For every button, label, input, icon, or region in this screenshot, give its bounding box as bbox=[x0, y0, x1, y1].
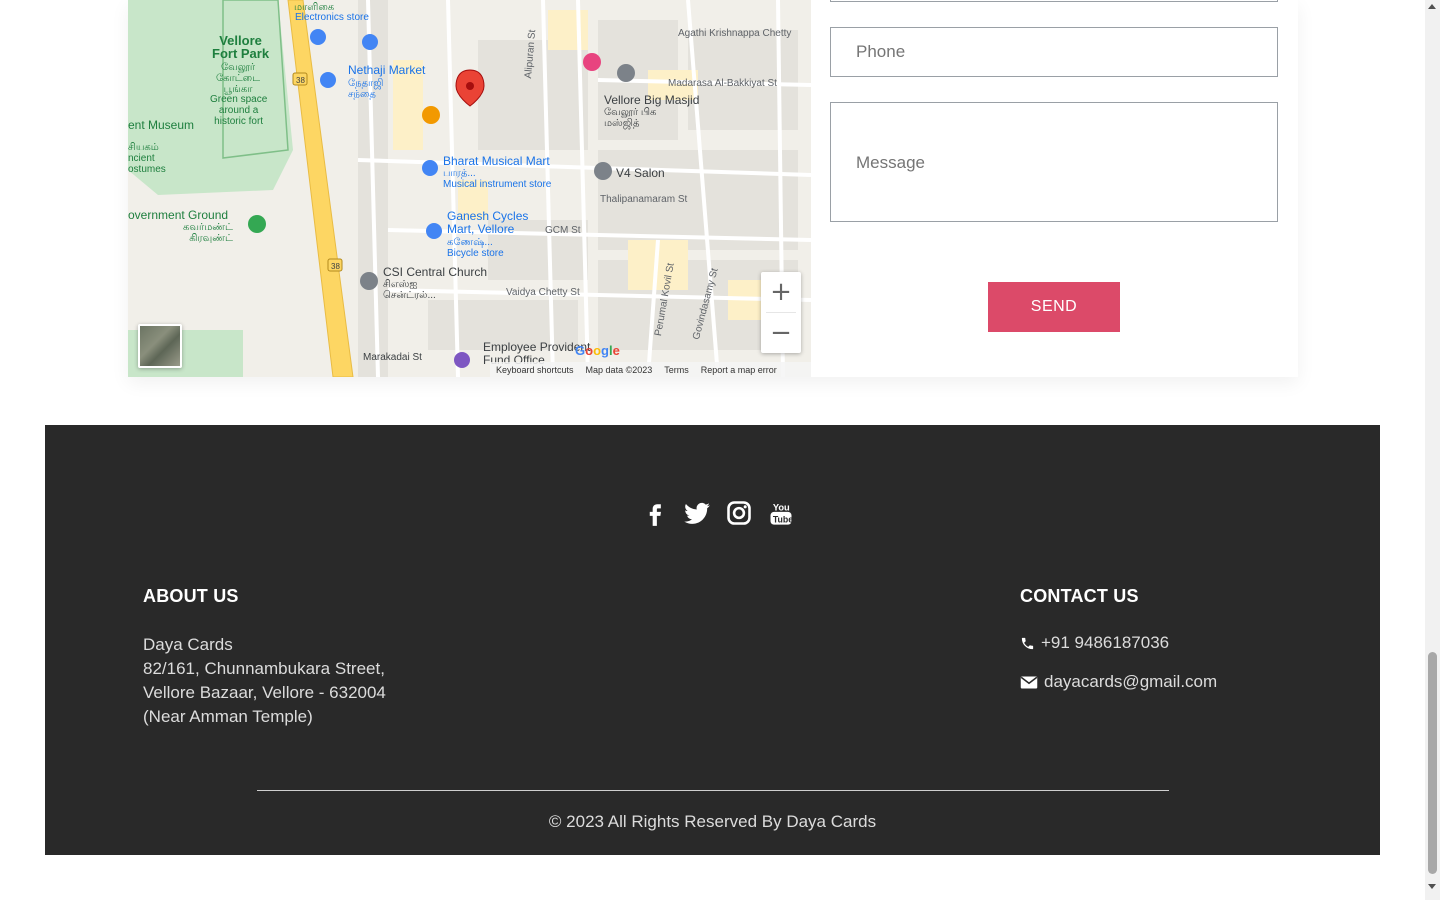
phone-icon bbox=[1021, 637, 1034, 649]
map-label: கவர்மண்ட் கிரவுண்ட் bbox=[183, 222, 233, 244]
address-line: (Near Amman Temple) bbox=[143, 707, 313, 726]
map-label: Musical instrument store bbox=[443, 179, 552, 190]
site-footer: You Tube ABOUT US Daya Cards 82/161, Chun… bbox=[45, 425, 1380, 855]
map-label: Bharat Musical Mart bbox=[443, 154, 550, 168]
report-map-error-link[interactable]: Report a map error bbox=[701, 365, 777, 375]
map-label: சியகம் ncient ostumes bbox=[128, 142, 166, 175]
map-label: Electronics store bbox=[295, 12, 369, 23]
email-address[interactable]: dayacards@gmail.com bbox=[1044, 672, 1217, 692]
svg-text:You: You bbox=[773, 503, 790, 513]
map-attribution-bar: Keyboard shortcuts Map data ©2023 Terms … bbox=[490, 362, 811, 377]
map-label: பாரத்... bbox=[443, 168, 476, 179]
social-links: You Tube bbox=[641, 499, 795, 527]
contact-phone[interactable]: +91 9486187036 bbox=[1020, 633, 1169, 653]
map-label: கணேஷ்... bbox=[447, 237, 493, 248]
map-label: V4 Salon bbox=[616, 166, 665, 180]
map-label: ent Museum bbox=[128, 118, 195, 132]
facebook-icon[interactable] bbox=[641, 499, 669, 527]
instagram-icon[interactable] bbox=[725, 499, 753, 527]
map-label: வேலூர் பிக மஸ்ஜித் bbox=[604, 107, 657, 129]
terms-link[interactable]: Terms bbox=[664, 365, 689, 375]
scroll-down-arrow-icon[interactable] bbox=[1428, 884, 1436, 889]
about-address: Daya Cards 82/161, Chunnambukara Street,… bbox=[143, 633, 386, 729]
phone-number[interactable]: +91 9486187036 bbox=[1041, 633, 1169, 653]
keyboard-shortcuts-link[interactable]: Keyboard shortcuts bbox=[496, 365, 574, 375]
google-map[interactable]: மாளிகை Electronics store Vellore Fort Pa… bbox=[128, 0, 811, 377]
copyright-text: © 2023 All Rights Reserved By Daya Cards bbox=[548, 812, 877, 831]
map-label: GCM St bbox=[545, 225, 581, 236]
company-name: Daya Cards bbox=[143, 635, 233, 654]
map-label: நேதாஜி சந்தை bbox=[348, 78, 384, 100]
zoom-in-button[interactable]: + bbox=[761, 272, 801, 312]
map-label: Thalipanamaram St bbox=[600, 194, 688, 205]
address-line: 82/161, Chunnambukara Street, bbox=[143, 659, 385, 678]
road-shield-label: 38 bbox=[331, 262, 340, 271]
phone-field[interactable] bbox=[830, 27, 1278, 77]
map-label: சிஎஸ்ஐ சென்ட்ரல்... bbox=[383, 279, 436, 301]
zoom-out-button[interactable]: − bbox=[761, 313, 801, 353]
map-zoom-controls: + − bbox=[761, 272, 801, 353]
road-shield-label: 38 bbox=[296, 76, 305, 85]
map-label: Vellore Fort Park bbox=[212, 33, 270, 61]
page-scrollbar[interactable] bbox=[1425, 0, 1440, 900]
scrollbar-thumb[interactable] bbox=[1428, 652, 1437, 874]
map-label: Marakadai St bbox=[363, 352, 422, 363]
google-logo: Google bbox=[575, 343, 620, 358]
previous-field[interactable] bbox=[830, 0, 1278, 2]
youtube-icon[interactable]: You Tube bbox=[767, 499, 795, 527]
message-field[interactable] bbox=[830, 102, 1278, 222]
contact-email[interactable]: dayacards@gmail.com bbox=[1020, 672, 1217, 692]
map-label: CSI Central Church bbox=[383, 265, 488, 279]
map-label: Agathi Krishnappa Chetty bbox=[678, 28, 792, 39]
map-label: வேலூர் கோட்டை பூங்கா bbox=[216, 62, 261, 95]
envelope-icon bbox=[1020, 676, 1038, 688]
map-label: overnment Ground bbox=[128, 208, 229, 222]
twitter-icon[interactable] bbox=[683, 499, 711, 527]
footer-divider bbox=[257, 790, 1169, 791]
map-label: Bicycle store bbox=[447, 248, 504, 259]
scroll-up-arrow-icon[interactable] bbox=[1428, 4, 1436, 9]
map-label: Vaidya Chetty St bbox=[506, 287, 580, 298]
map-label: Ganesh Cycles Mart, Vellore bbox=[447, 209, 529, 236]
map-label: Green space around a historic fort bbox=[210, 94, 268, 127]
address-line: Vellore Bazaar, Vellore - 632004 bbox=[143, 683, 386, 702]
map-label: Vellore Big Masjid bbox=[604, 93, 700, 107]
about-heading: ABOUT US bbox=[143, 586, 239, 606]
map-label: Madarasa Al-Bakkiyat St bbox=[668, 78, 777, 89]
svg-text:Tube: Tube bbox=[773, 514, 793, 524]
map-data-text: Map data ©2023 bbox=[585, 364, 653, 375]
satellite-view-toggle[interactable] bbox=[138, 324, 182, 368]
map-label: Nethaji Market bbox=[348, 63, 426, 77]
send-button[interactable]: SEND bbox=[988, 282, 1120, 332]
contact-heading: CONTACT US bbox=[1020, 586, 1139, 606]
